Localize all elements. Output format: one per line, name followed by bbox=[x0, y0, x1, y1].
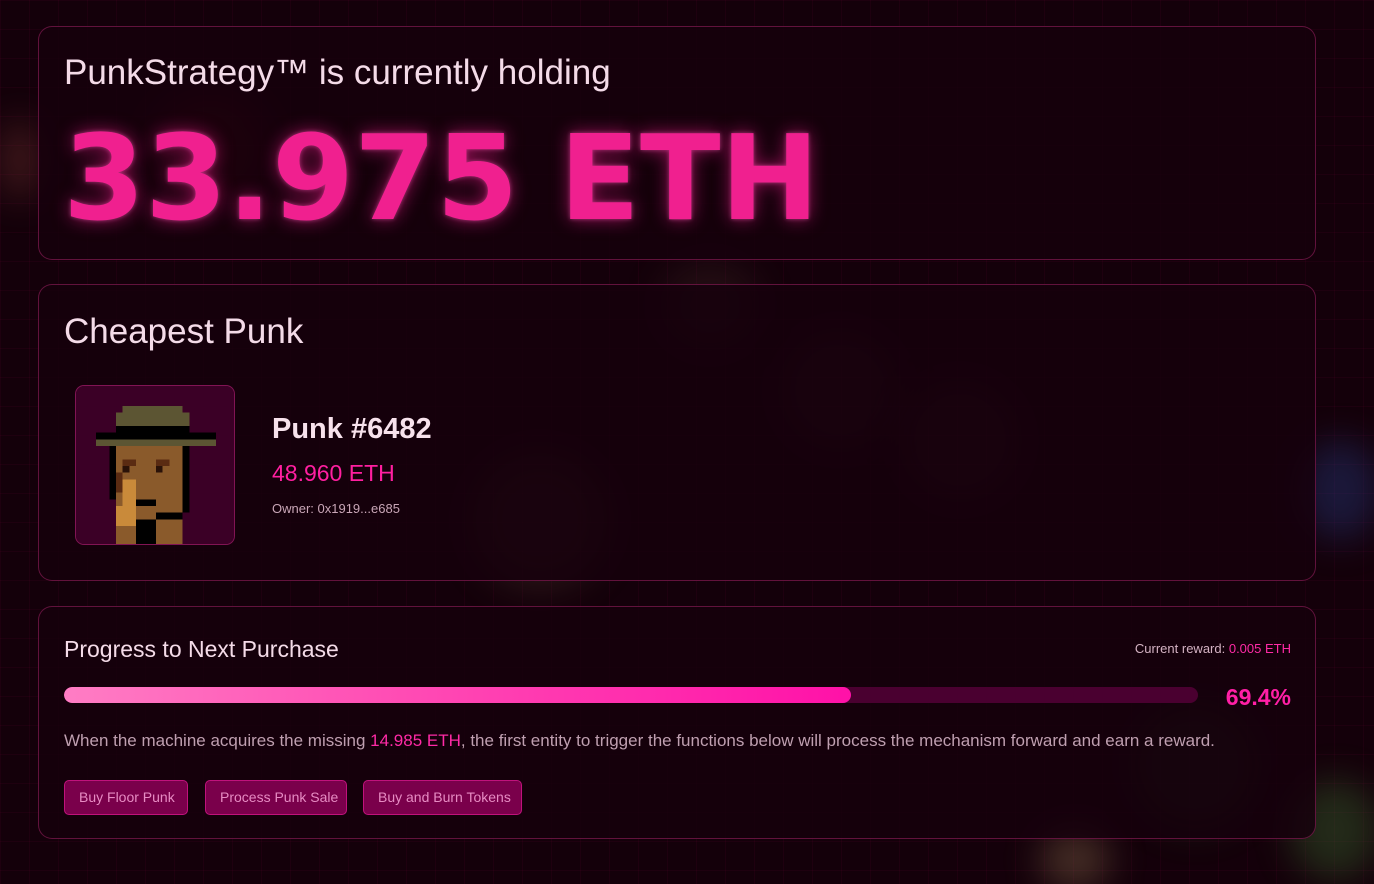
buy-and-burn-tokens-button[interactable]: Buy and Burn Tokens bbox=[363, 780, 522, 815]
punk-avatar-icon bbox=[76, 386, 234, 544]
process-punk-sale-button[interactable]: Process Punk Sale bbox=[205, 780, 347, 815]
reward-label: Current reward: bbox=[1134, 641, 1226, 656]
progress-title: Progress to Next Purchase bbox=[64, 636, 339, 662]
description-prefix: When the machine acquires the missing bbox=[64, 731, 371, 750]
buy-floor-punk-button[interactable]: Buy Floor Punk bbox=[64, 780, 188, 815]
description-suffix: , the first entity to trigger the functi… bbox=[460, 731, 1215, 750]
progress-percent: 69.4% bbox=[1225, 684, 1291, 710]
punk-owner: Owner: 0x1919...e685 bbox=[272, 501, 400, 516]
holding-card: PunkStrategy™ is currently holding 33.97… bbox=[38, 26, 1316, 260]
cheapest-punk-title: Cheapest Punk bbox=[64, 312, 304, 351]
current-reward: Current reward: 0.005 ETH bbox=[1135, 641, 1291, 656]
background-blur bbox=[0, 120, 40, 200]
missing-amount: 14.985 ETH bbox=[370, 731, 461, 750]
holding-title: PunkStrategy™ is currently holding bbox=[64, 53, 611, 92]
progress-bar bbox=[64, 687, 1198, 703]
holding-amount: 33.975 ETH bbox=[63, 109, 820, 247]
progress-description: When the machine acquires the missing 14… bbox=[64, 731, 1215, 751]
punk-name[interactable]: Punk #6482 bbox=[272, 413, 432, 446]
cheapest-punk-card: Cheapest Punk Punk #6482 48.960 ETH Owne… bbox=[38, 284, 1316, 581]
punk-price: 48.960 ETH bbox=[272, 460, 395, 486]
punk-image[interactable] bbox=[75, 385, 235, 545]
reward-value: 0.005 ETH bbox=[1228, 641, 1291, 656]
progress-card: Progress to Next Purchase Current reward… bbox=[38, 606, 1316, 839]
progress-bar-fill bbox=[64, 687, 851, 703]
